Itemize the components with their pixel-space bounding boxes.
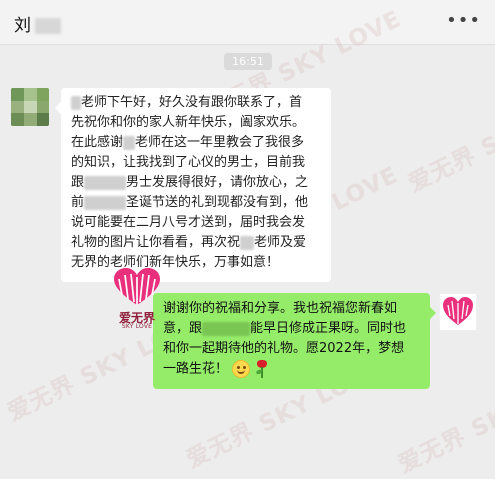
message-line: 谢谢你的祝福和分享。我也祝福您新春如 xyxy=(163,301,398,316)
message-timestamp: 16:51 xyxy=(224,53,272,70)
message-line: 无界的老师们新年快乐，万事如意！ xyxy=(71,255,280,270)
chat-header: 刘 ••• xyxy=(0,0,495,45)
more-dots-icon[interactable]: ••• xyxy=(446,10,481,31)
message-line: 意，跟 能早日修成正果呀。同时也 xyxy=(163,321,407,336)
incoming-message[interactable]: 老师下午好，好久没有跟你联系了，首 先祝你和你的家人新年快乐，阖家欢乐。 在此感… xyxy=(55,88,331,282)
brand-logo: 爱无界 SKY LOVE xyxy=(110,267,164,333)
redacted-name-block xyxy=(84,195,127,210)
redacted-name-block xyxy=(35,18,61,34)
rose-emoji-icon xyxy=(254,359,270,379)
redacted-name-block xyxy=(240,235,255,250)
redacted-name-block xyxy=(84,175,127,190)
message-line: 的知识，让我找到了心仪的男士，目前我 xyxy=(71,155,306,170)
message-line: 和你一起期待他的礼物。愿2022年，梦想 xyxy=(163,341,405,356)
message-line: 礼物的图片让你看看，再次祝 老师及爱 xyxy=(71,235,307,250)
contact-title: 刘 xyxy=(14,11,61,36)
redacted-name-block xyxy=(202,321,251,336)
watermark: 爱无界 SKY LOVE xyxy=(404,80,495,198)
message-line: 老师下午好，好久没有跟你联系了，首 xyxy=(71,93,321,113)
smile-emoji-icon xyxy=(232,360,251,378)
contact-avatar[interactable] xyxy=(11,88,49,126)
message-line: 先祝你和你的家人新年快乐，阖家欢乐。 xyxy=(71,115,306,130)
redacted-name-block xyxy=(123,135,136,150)
message-line: 在此感谢 老师在这一年里教会了我很多 xyxy=(71,135,305,150)
message-line: 说可能要在二月八号才送到，届时我会发 xyxy=(71,215,306,230)
chat-area: 爱无界 SKY LOVE 爱无界 SKY LOVE 爱无界 SKY LOVE 爱… xyxy=(0,6,495,478)
redacted-name-block xyxy=(71,95,81,110)
message-line: 跟男士发展得很好，请你放心，之 xyxy=(71,175,309,190)
my-avatar[interactable] xyxy=(439,293,477,331)
heart-logo-icon xyxy=(114,268,160,305)
message-line: 前圣诞节送的礼到现都没有到，他 xyxy=(71,195,309,210)
contact-name-text: 刘 xyxy=(14,16,31,36)
outgoing-message[interactable]: 谢谢你的祝福和分享。我也祝福您新春如 意，跟 能早日修成正果呀。同时也 和你一起期… xyxy=(153,293,436,389)
message-line: 一路生花！ xyxy=(163,359,420,380)
brand-subtitle: SKY LOVE xyxy=(121,323,153,330)
heart-logo-icon xyxy=(443,297,473,325)
